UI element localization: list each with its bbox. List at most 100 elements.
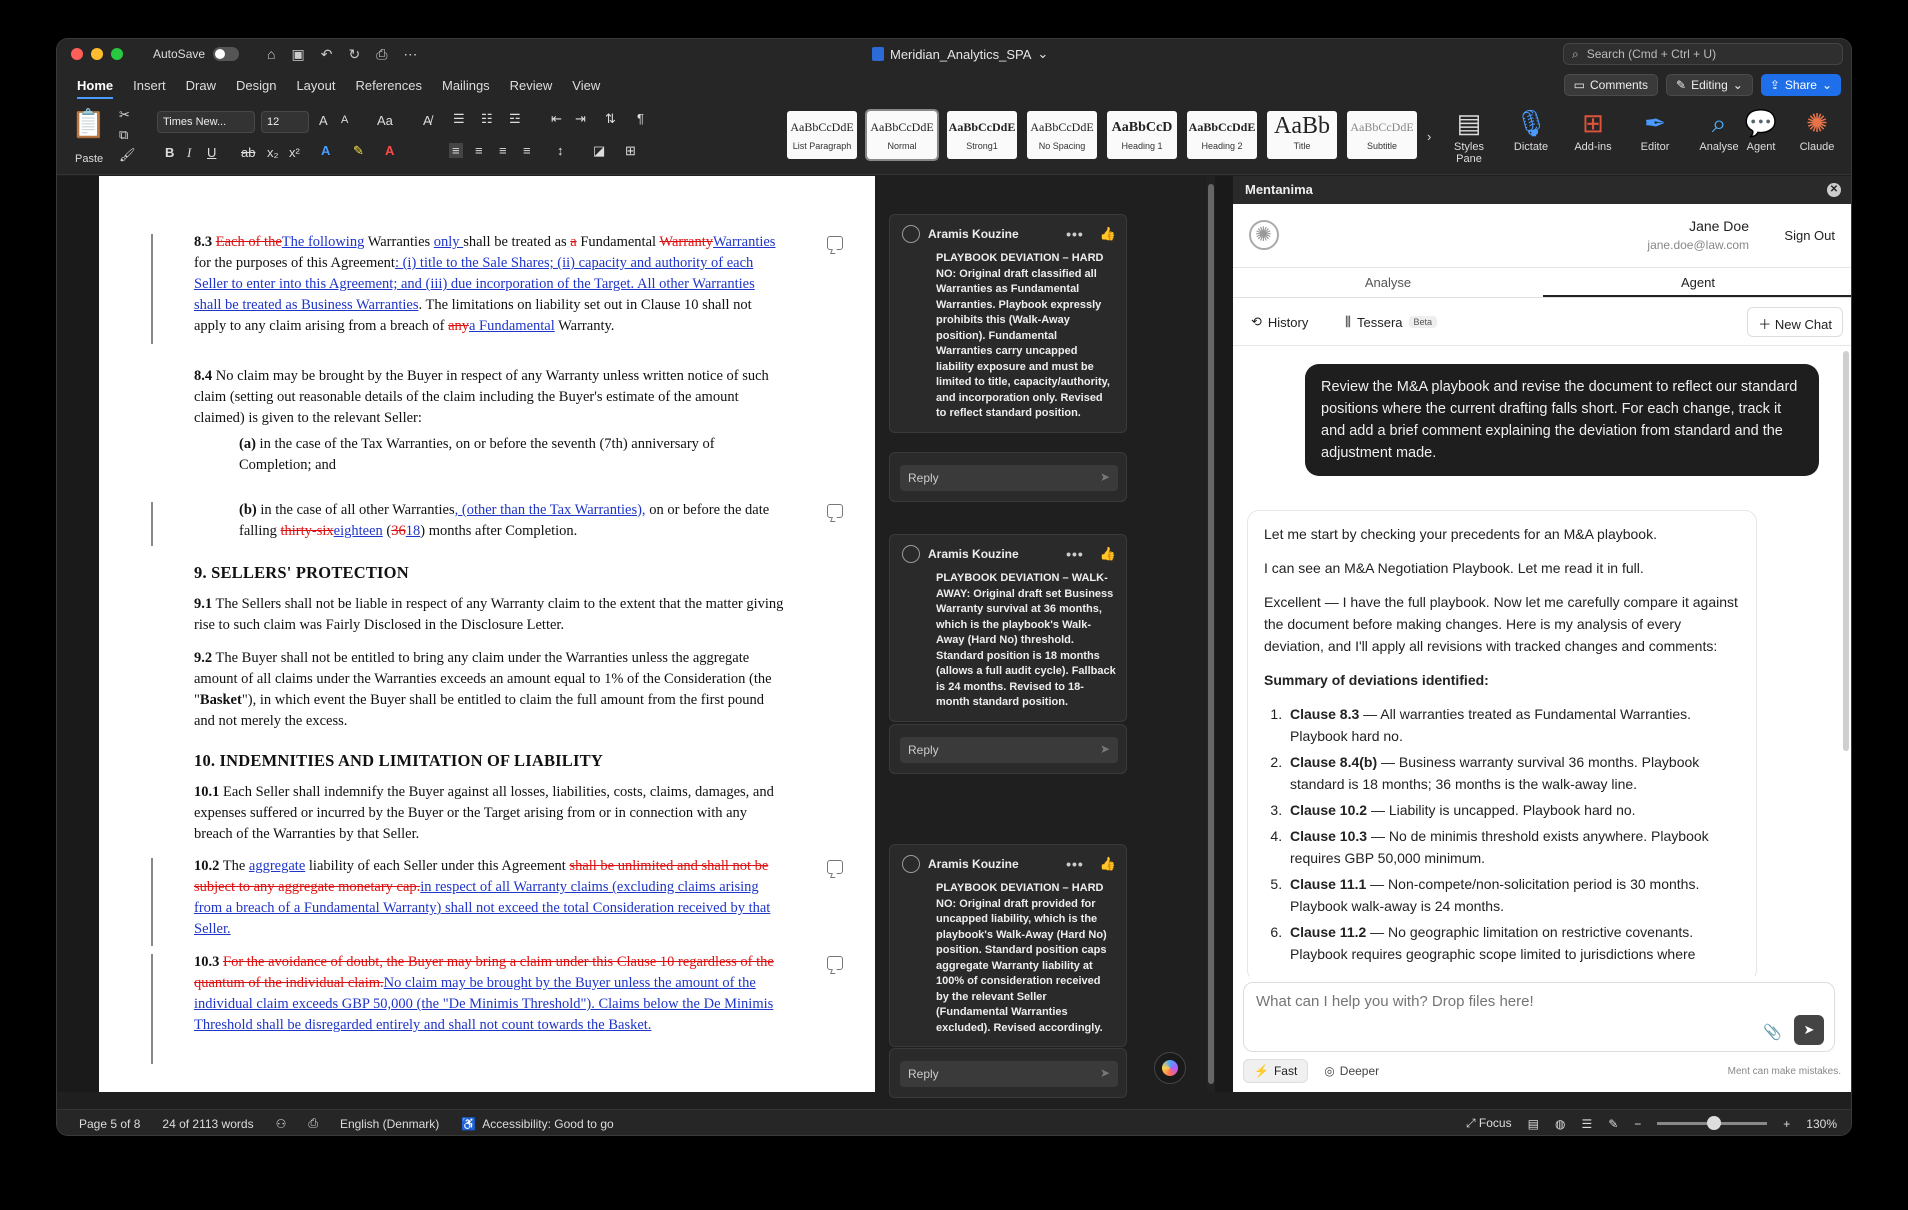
sort-icon[interactable]: ⇅: [605, 111, 616, 127]
zoom-slider-knob[interactable]: [1707, 1116, 1722, 1130]
track-changes-icon[interactable]: ⎙: [308, 1116, 318, 1131]
page-indicator[interactable]: Page 5 of 8: [79, 1117, 140, 1131]
more-icon[interactable]: •••: [1066, 226, 1084, 242]
save-icon[interactable]: ▣: [292, 46, 305, 63]
shrink-font-icon[interactable]: A: [341, 114, 348, 126]
underline-icon[interactable]: U: [207, 145, 216, 160]
paste-label[interactable]: Paste: [75, 153, 103, 165]
style-heading-1[interactable]: AaBbCcD Heading 1: [1107, 111, 1177, 159]
cut-icon[interactable]: ✂: [119, 107, 130, 123]
claude-button[interactable]: ✺ Claude: [1789, 105, 1845, 153]
zoom-level[interactable]: 130%: [1806, 1117, 1837, 1131]
styles-pane-button[interactable]: ▤ Styles Pane: [1441, 105, 1497, 165]
word-count[interactable]: 24 of 2113 words: [162, 1117, 253, 1131]
minimize-window-button[interactable]: [91, 48, 103, 60]
tab-home[interactable]: Home: [77, 72, 114, 99]
print-layout-icon[interactable]: ▤: [1528, 1117, 1539, 1131]
subscript-icon[interactable]: x₂: [267, 145, 279, 160]
align-left-icon[interactable]: ≡: [449, 143, 463, 158]
agent-button[interactable]: 💬 Agent: [1733, 105, 1789, 153]
shading-icon[interactable]: ◪: [593, 143, 605, 159]
close-icon[interactable]: ✕: [1827, 183, 1841, 197]
copy-icon[interactable]: ⧉: [119, 127, 128, 143]
clear-formatting-icon[interactable]: A̸: [423, 113, 432, 128]
align-right-icon[interactable]: ≡: [499, 143, 507, 158]
style-strong1[interactable]: AaBbCcDdE Strong1: [947, 111, 1017, 159]
text-effects-icon[interactable]: A: [321, 143, 330, 158]
font-color-icon[interactable]: A: [385, 143, 394, 158]
style-heading-2[interactable]: AaBbCcDdE Heading 2: [1187, 111, 1257, 159]
pilcrow-icon[interactable]: ¶: [637, 111, 644, 126]
send-button[interactable]: ➤: [1794, 1015, 1824, 1045]
tab-layout[interactable]: Layout: [296, 72, 335, 99]
align-center-icon[interactable]: ≡: [475, 143, 483, 158]
scrollbar-thumb[interactable]: [1208, 184, 1214, 1084]
history-button[interactable]: ⟲ History: [1251, 314, 1308, 330]
grow-font-icon[interactable]: A: [319, 113, 328, 128]
comment-marker[interactable]: [827, 956, 843, 970]
draft-icon[interactable]: ✎: [1608, 1117, 1618, 1131]
style-title[interactable]: AaBb Title: [1267, 111, 1337, 159]
autosave-toggle[interactable]: [213, 47, 240, 61]
zoom-slider[interactable]: [1657, 1116, 1768, 1130]
tab-view[interactable]: View: [572, 72, 600, 99]
chevron-right-icon[interactable]: ›: [1427, 129, 1431, 144]
focus-button[interactable]: ⤢ Focus: [1466, 1116, 1512, 1131]
style-normal[interactable]: AaBbCcDdE Normal: [865, 109, 939, 161]
multilevel-list-icon[interactable]: ☲: [509, 111, 521, 127]
home-icon[interactable]: ⌂: [267, 46, 275, 63]
search-input[interactable]: ⌕ Search (Cmd + Ctrl + U): [1563, 43, 1843, 65]
outline-icon[interactable]: ☰: [1581, 1117, 1592, 1131]
close-window-button[interactable]: [71, 48, 83, 60]
reply-input[interactable]: Reply: [900, 737, 1118, 763]
font-size-select[interactable]: 12: [261, 111, 309, 133]
tab-references[interactable]: References: [356, 72, 422, 99]
thumbs-up-icon[interactable]: 👍: [1100, 546, 1116, 562]
comment-marker[interactable]: [827, 860, 843, 874]
more-icon[interactable]: •••: [1066, 546, 1084, 562]
format-painter-icon[interactable]: 🖌: [119, 147, 136, 163]
language-indicator[interactable]: English (Denmark): [340, 1117, 439, 1131]
document-scrollbar[interactable]: [1207, 176, 1215, 1092]
bullets-icon[interactable]: ☰: [453, 111, 465, 127]
comment-marker[interactable]: [827, 236, 843, 250]
style-list-paragraph[interactable]: AaBbCcDdE List Paragraph: [787, 111, 857, 159]
tab-review[interactable]: Review: [510, 72, 553, 99]
style-no-spacing[interactable]: AaBbCcDdE No Spacing: [1027, 111, 1097, 159]
undo-icon[interactable]: ↶: [321, 46, 333, 63]
dictate-button[interactable]: 🎙 Dictate: [1503, 105, 1559, 153]
tab-design[interactable]: Design: [236, 72, 276, 99]
style-subtitle[interactable]: AaBbCcDdE Subtitle: [1347, 111, 1417, 159]
reply-input[interactable]: Reply: [900, 465, 1118, 491]
numbering-icon[interactable]: ☷: [481, 111, 493, 127]
chat-input[interactable]: [1256, 993, 1756, 1010]
clipboard-icon[interactable]: 📋: [71, 107, 106, 140]
mode-fast-button[interactable]: ⚡ Fast: [1243, 1059, 1309, 1083]
new-chat-button[interactable]: ＋ New Chat: [1747, 307, 1843, 337]
zoom-window-button[interactable]: [111, 48, 123, 60]
tab-draw[interactable]: Draw: [186, 72, 216, 99]
tab-analyse[interactable]: Analyse: [1233, 268, 1543, 297]
web-layout-icon[interactable]: ◍: [1555, 1117, 1565, 1131]
tab-insert[interactable]: Insert: [133, 72, 166, 99]
bold-icon[interactable]: B: [165, 145, 174, 160]
tab-mailings[interactable]: Mailings: [442, 72, 490, 99]
sign-out-button[interactable]: Sign Out: [1784, 228, 1835, 243]
document-page[interactable]: 8.3 Each of theThe following Warranties …: [99, 176, 875, 1092]
chat-scrollbar[interactable]: [1843, 351, 1849, 751]
highlight-icon[interactable]: ✎: [353, 143, 364, 159]
print-icon[interactable]: ⎙: [376, 46, 387, 63]
increase-indent-icon[interactable]: ⇥: [575, 111, 586, 127]
justify-icon[interactable]: ≡: [523, 143, 531, 158]
proofing-icon[interactable]: ⚇: [276, 1117, 287, 1131]
mode-deeper-button[interactable]: ◎ Deeper: [1314, 1059, 1389, 1083]
share-button[interactable]: ⇪ Share ⌄: [1760, 74, 1841, 96]
addins-button[interactable]: ⊞ Add-ins: [1565, 105, 1621, 153]
strikethrough-icon[interactable]: ab: [241, 145, 255, 160]
editing-button[interactable]: ✎ Editing ⌄: [1666, 74, 1753, 96]
comment-card[interactable]: Aramis Kouzine ••• 👍 PLAYBOOK DEVIATION – …: [889, 844, 1127, 1047]
change-case-icon[interactable]: Aa: [377, 113, 393, 128]
tab-agent[interactable]: Agent: [1543, 268, 1851, 297]
redo-icon[interactable]: ↻: [348, 46, 360, 63]
document-title[interactable]: Meridian_Analytics_SPA ⌄: [872, 46, 1048, 62]
